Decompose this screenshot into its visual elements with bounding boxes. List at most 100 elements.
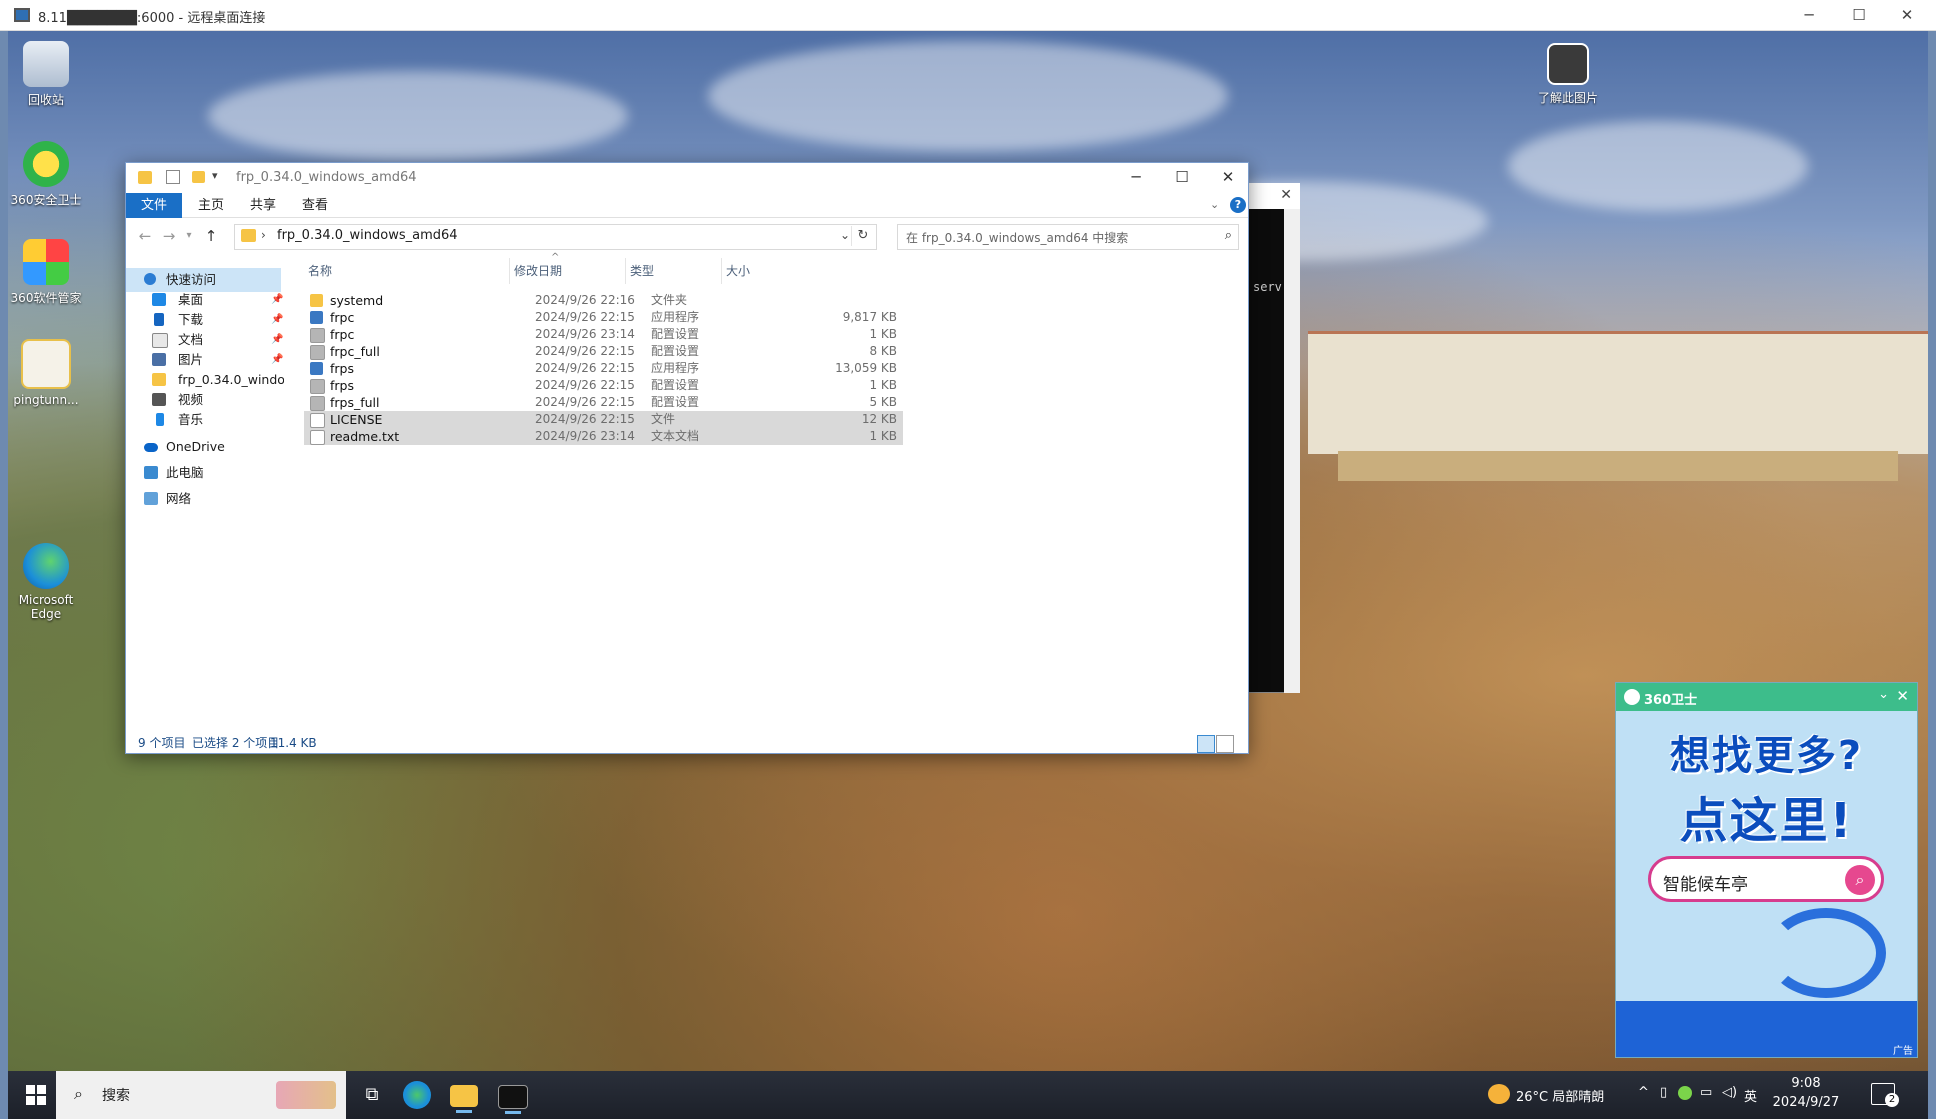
search-input[interactable]: 在 frp_0.34.0_windows_amd64 中搜索 ⌕ bbox=[897, 224, 1239, 250]
quick-toolbar-dropdown-icon[interactable]: ▾ bbox=[212, 169, 218, 182]
tab-share[interactable]: 共享 bbox=[236, 193, 290, 218]
desktop-icon-360-software[interactable]: 360软件管家 bbox=[8, 239, 84, 306]
desktop-icon-label: 了解此图片 bbox=[1537, 91, 1598, 105]
recent-locations-icon[interactable]: ▾ bbox=[178, 224, 200, 248]
file-name: frps bbox=[330, 361, 354, 376]
tab-home[interactable]: 主页 bbox=[184, 193, 238, 218]
360-tray-icon[interactable] bbox=[1678, 1086, 1692, 1100]
ad-search-box[interactable]: 智能候车亭 ⌕ bbox=[1648, 856, 1884, 902]
ribbon-expand-icon[interactable]: ⌄ bbox=[1210, 198, 1219, 211]
desktop-icon-recycle-bin[interactable]: 回收站 bbox=[8, 41, 84, 108]
desktop-icon-360-security[interactable]: 360安全卫士 bbox=[8, 141, 84, 208]
file-type: 配置设置 bbox=[651, 378, 700, 392]
status-item-count: 9 个项目 bbox=[138, 736, 186, 750]
taskbar-search-box[interactable]: ⌕ 搜索 bbox=[56, 1071, 346, 1119]
file-type: 文件夹 bbox=[651, 293, 688, 307]
file-date: 2024/9/26 22:15 bbox=[535, 395, 635, 409]
ad-label: 广告 bbox=[1893, 1046, 1913, 1057]
refresh-icon[interactable]: ↻ bbox=[851, 226, 874, 246]
text-file-icon bbox=[310, 430, 325, 445]
address-dropdown-icon[interactable]: ⌄ bbox=[840, 228, 850, 242]
file-row[interactable]: frpc 2024/9/26 23:14 配置设置 1 KB bbox=[304, 326, 903, 343]
remote-desktop-icon bbox=[14, 8, 30, 22]
column-header-date[interactable]: 修改日期 bbox=[510, 258, 626, 284]
file-size: 1 KB bbox=[869, 327, 897, 341]
rdp-maximize-button[interactable]: ☐ bbox=[1836, 0, 1882, 31]
sidebar-item-network[interactable]: 网络 bbox=[126, 487, 286, 511]
file-size: 1 KB bbox=[869, 429, 897, 443]
start-button[interactable] bbox=[26, 1085, 46, 1105]
properties-icon[interactable] bbox=[166, 170, 180, 184]
clock-time[interactable]: 9:08 bbox=[1778, 1076, 1834, 1091]
column-headers: ^ 名称 修改日期 类型 大小 bbox=[286, 252, 1086, 284]
sidebar-item-onedrive[interactable]: OneDrive bbox=[126, 435, 286, 459]
computer-icon bbox=[144, 466, 158, 479]
explorer-close-button[interactable]: ✕ bbox=[1205, 163, 1251, 193]
file-row[interactable]: frps 2024/9/26 22:15 配置设置 1 KB bbox=[304, 377, 903, 394]
explorer-maximize-button[interactable]: ☐ bbox=[1159, 163, 1205, 193]
desktop-icon-learn-image[interactable]: 了解此图片 bbox=[1530, 43, 1606, 106]
ad-popup[interactable]: 360卫士 ⌄ ✕ 想找更多? 点这里! 智能候车亭 ⌕ 广告 bbox=[1615, 682, 1918, 1058]
file-name: frps bbox=[330, 378, 354, 393]
explorer-window-title: frp_0.34.0_windows_amd64 bbox=[236, 170, 417, 185]
new-folder-icon[interactable] bbox=[192, 171, 205, 183]
sidebar-item-label: 此电脑 bbox=[166, 465, 204, 480]
rdp-close-button[interactable]: ✕ bbox=[1884, 0, 1930, 31]
taskbar-search-text: 搜索 bbox=[102, 1088, 130, 1104]
file-type: 配置设置 bbox=[651, 395, 700, 409]
rdp-minimize-button[interactable]: ─ bbox=[1786, 0, 1832, 31]
desktop-icon-pingtunnel[interactable]: pingtunn... bbox=[8, 339, 84, 407]
clock-date[interactable]: 2024/9/27 bbox=[1768, 1095, 1844, 1110]
details-view-icon[interactable] bbox=[1197, 735, 1215, 753]
file-type: 应用程序 bbox=[651, 310, 700, 324]
weather-text[interactable]: 26°C 局部晴朗 bbox=[1516, 1086, 1604, 1105]
back-button[interactable]: ← bbox=[134, 224, 156, 248]
explorer-minimize-button[interactable]: ─ bbox=[1113, 163, 1159, 193]
network-icon[interactable]: ▭ bbox=[1700, 1085, 1712, 1100]
column-header-name[interactable]: 名称 bbox=[304, 258, 510, 284]
help-icon[interactable]: ? bbox=[1230, 197, 1246, 213]
tab-view[interactable]: 查看 bbox=[288, 193, 342, 218]
ad-close-button[interactable]: ✕ bbox=[1896, 687, 1909, 705]
terminal-text: serv bbox=[1253, 280, 1282, 294]
file-row[interactable]: frps_full 2024/9/26 22:15 配置设置 5 KB bbox=[304, 394, 903, 411]
large-icons-view-icon[interactable] bbox=[1216, 735, 1234, 753]
search-icon: ⌕ bbox=[74, 1084, 83, 1103]
edge-icon[interactable] bbox=[403, 1081, 431, 1109]
usb-icon[interactable]: ▯ bbox=[1660, 1085, 1667, 1100]
rdp-titlebar: 8.11███████:6000 - 远程桌面连接 ─ ☐ ✕ bbox=[0, 0, 1936, 31]
desktop-icon-edge[interactable]: Microsoft Edge bbox=[8, 543, 84, 621]
weather-icon[interactable] bbox=[1488, 1084, 1510, 1104]
sidebar-item-music[interactable]: 音乐 bbox=[126, 408, 286, 432]
terminal-scrollbar[interactable] bbox=[1284, 209, 1300, 693]
file-type: 文本文档 bbox=[651, 429, 700, 443]
tab-file[interactable]: 文件 bbox=[126, 193, 182, 218]
search-icon: ⌕ bbox=[1224, 228, 1232, 243]
file-row[interactable]: frpc 2024/9/26 22:15 应用程序 9,817 KB bbox=[304, 309, 903, 326]
terminal-icon[interactable] bbox=[498, 1085, 528, 1114]
ad-collapse-icon[interactable]: ⌄ bbox=[1878, 687, 1889, 702]
file-row[interactable]: frps 2024/9/26 22:15 应用程序 13,059 KB bbox=[304, 360, 903, 377]
forward-button[interactable]: → bbox=[158, 224, 180, 248]
file-explorer-icon[interactable] bbox=[450, 1085, 478, 1113]
breadcrumb[interactable]: frp_0.34.0_windows_amd64 bbox=[277, 228, 458, 243]
column-header-type[interactable]: 类型 bbox=[626, 258, 722, 284]
terminal-close-button[interactable]: ✕ bbox=[1280, 187, 1292, 203]
volume-icon[interactable]: ◁) bbox=[1722, 1085, 1737, 1100]
file-row[interactable]: systemd 2024/9/26 22:16 文件夹 bbox=[304, 292, 903, 309]
config-icon bbox=[310, 379, 325, 394]
file-row[interactable]: frpc_full 2024/9/26 22:15 配置设置 8 KB bbox=[304, 343, 903, 360]
task-view-icon[interactable]: ⧉ bbox=[355, 1079, 389, 1111]
search-icon[interactable]: ⌕ bbox=[1845, 865, 1875, 895]
ad-headline-2: 点这里! bbox=[1679, 793, 1854, 849]
column-header-size[interactable]: 大小 bbox=[722, 258, 786, 284]
file-row[interactable]: readme.txt 2024/9/26 23:14 文本文档 1 KB bbox=[304, 428, 903, 445]
address-bar[interactable]: › frp_0.34.0_windows_amd64 ⌄ ↻ bbox=[234, 224, 877, 250]
file-row[interactable]: LICENSE 2024/9/26 22:15 文件 12 KB bbox=[304, 411, 903, 428]
sidebar-item-this-pc[interactable]: 此电脑 bbox=[126, 461, 286, 485]
file-type: 配置设置 bbox=[651, 327, 700, 341]
show-hidden-icons-icon[interactable]: ^ bbox=[1638, 1085, 1649, 1100]
sidebar-item-label: 网络 bbox=[166, 491, 192, 506]
ime-indicator[interactable]: 英 bbox=[1744, 1086, 1757, 1105]
up-button[interactable]: ↑ bbox=[200, 224, 222, 248]
